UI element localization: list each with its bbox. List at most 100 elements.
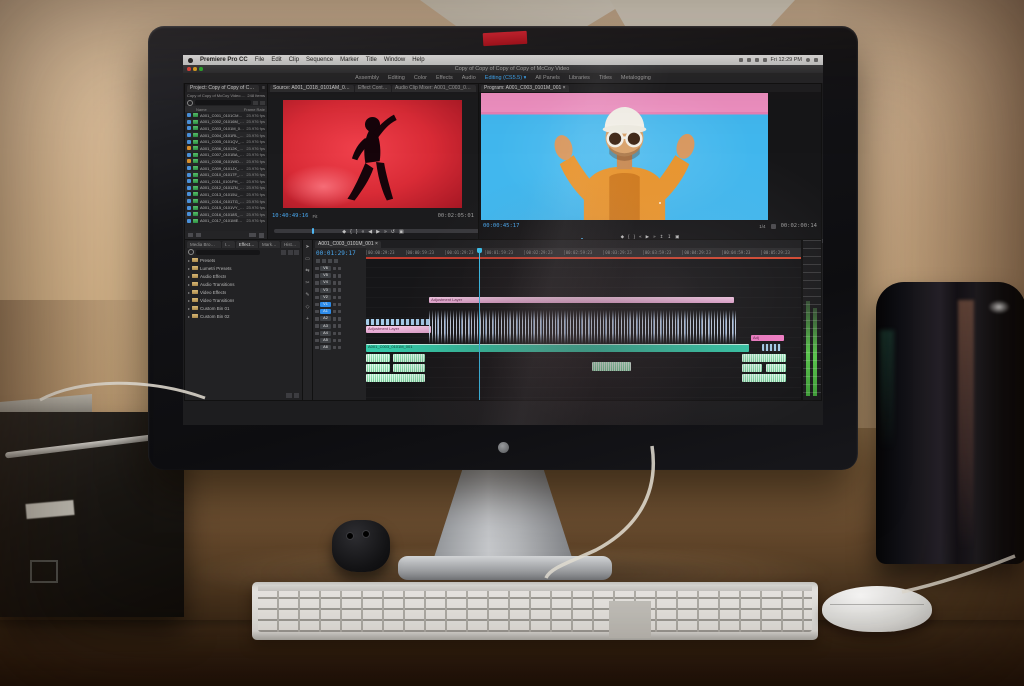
transport-button-icon[interactable]: » bbox=[384, 229, 387, 235]
track-solo-icon[interactable] bbox=[337, 288, 341, 292]
wifi-icon[interactable] bbox=[754, 58, 759, 62]
column-frame-rate[interactable]: Frame Rate bbox=[244, 107, 265, 112]
track-lock-icon[interactable] bbox=[315, 274, 319, 278]
track-mute-icon[interactable] bbox=[332, 324, 336, 328]
track-lock-icon[interactable] bbox=[315, 331, 319, 336]
menu-clock[interactable]: Fri 12:29 PM bbox=[771, 57, 802, 63]
bluetooth-icon[interactable] bbox=[738, 58, 743, 62]
column-name[interactable]: Name bbox=[187, 107, 242, 112]
notification-center-icon[interactable] bbox=[814, 58, 818, 62]
track-lock-icon[interactable] bbox=[315, 266, 319, 271]
timeline-clip[interactable] bbox=[429, 310, 736, 344]
transport-button-icon[interactable]: ▣ bbox=[675, 234, 679, 240]
timeline-timecode[interactable]: 00:01:29:17 bbox=[313, 248, 366, 257]
track-lock-icon[interactable] bbox=[315, 324, 319, 328]
track-solo-icon[interactable] bbox=[337, 345, 341, 350]
track-solo-icon[interactable] bbox=[337, 295, 341, 300]
timeline-settings-icon[interactable] bbox=[334, 259, 338, 263]
project-clip-row[interactable]: A001_C013_01015U_001 23.976 fps bbox=[185, 191, 267, 198]
track-mute-icon[interactable] bbox=[332, 302, 336, 307]
timeline-clip[interactable] bbox=[392, 354, 425, 362]
program-monitor-tab[interactable]: Program: A001_C003_0101M_001 × bbox=[481, 84, 569, 92]
project-clip-row[interactable]: A001_C003_0101M_001 23.976 fps bbox=[185, 125, 267, 132]
breadcrumb[interactable]: Copy of Copy of McCoy Video.prproj bbox=[187, 93, 247, 98]
zoom-window-icon[interactable] bbox=[199, 67, 203, 71]
workspace-tab[interactable]: Libraries bbox=[569, 75, 590, 81]
timeline-playhead[interactable] bbox=[477, 248, 483, 400]
project-clip-row[interactable]: A001_C005_0101QV_001 23.976 fps bbox=[185, 138, 267, 145]
clip-name[interactable]: A001_C014_0101TG_001 bbox=[200, 199, 244, 204]
track-lock-icon[interactable] bbox=[315, 317, 319, 321]
source-monitor-tab[interactable]: Source: A001_C018_0101AM_001.R3D × bbox=[270, 84, 354, 92]
transport-button-icon[interactable]: ↧ bbox=[667, 234, 671, 240]
track-header-row[interactable]: V4 bbox=[313, 279, 366, 286]
timeline-clip[interactable]: Adjustment Layer bbox=[429, 297, 734, 303]
track-header-row[interactable]: V5 bbox=[313, 272, 366, 279]
folder-name[interactable]: Custom Bin 02 bbox=[200, 314, 230, 319]
folder-name[interactable]: Custom Bin 01 bbox=[200, 306, 230, 311]
workspace-tab[interactable]: Audio bbox=[462, 75, 476, 81]
twirl-arrow-icon[interactable]: ▸ bbox=[188, 306, 190, 311]
tab-project[interactable]: Project: Copy of Copy of Copy of Copy of… bbox=[187, 84, 259, 92]
close-window-icon[interactable] bbox=[187, 67, 191, 71]
clip-name[interactable]: A001_C007_0101BA_001 bbox=[200, 152, 244, 157]
effects-panel-tab[interactable]: History bbox=[281, 240, 300, 248]
list-view-icon[interactable] bbox=[253, 100, 258, 105]
transport-button-icon[interactable]: { bbox=[350, 229, 352, 235]
track-name[interactable]: V3 bbox=[320, 287, 331, 293]
clip-name[interactable]: A001_C011_0101PH_001 bbox=[200, 179, 244, 184]
program-zoom-dropdown[interactable]: 1/4 bbox=[759, 224, 765, 229]
timeline-ruler[interactable]: 00:00:29:23 00:00:59:23 00:01:29:23 00:01:5… bbox=[366, 248, 801, 257]
timeline-clip[interactable] bbox=[366, 364, 390, 372]
new-bin-icon[interactable] bbox=[249, 233, 256, 237]
tool-icon[interactable]: + bbox=[306, 316, 309, 322]
timeline-clip[interactable]: A001_C003_0101M_001 bbox=[366, 344, 749, 352]
tool-icon[interactable]: ✎ bbox=[305, 292, 309, 298]
label-chip[interactable] bbox=[187, 192, 191, 197]
track-solo-icon[interactable] bbox=[337, 317, 341, 321]
menu-item[interactable]: Marker bbox=[340, 57, 359, 63]
folder-name[interactable]: Lumetri Presets bbox=[200, 266, 232, 271]
label-chip[interactable] bbox=[187, 113, 191, 118]
track-name[interactable]: V5 bbox=[320, 273, 331, 279]
track-name[interactable]: V2 bbox=[320, 294, 331, 300]
effects-folder-row[interactable]: ▸ Custom Bin 02 bbox=[185, 312, 302, 320]
tool-icon[interactable]: ▭ bbox=[305, 256, 310, 262]
menu-item[interactable]: Sequence bbox=[306, 57, 333, 63]
project-clip-row[interactable]: A001_C008_0101WD_001 23.976 fps bbox=[185, 158, 267, 165]
source-video-dancer[interactable] bbox=[283, 100, 462, 208]
track-name[interactable]: A6 bbox=[320, 345, 331, 351]
accelerated-effects-icon[interactable] bbox=[281, 249, 286, 255]
timeline-clip[interactable]: Adj bbox=[750, 335, 784, 341]
clip-name[interactable]: A001_C003_0101M_001 bbox=[200, 126, 244, 131]
twirl-arrow-icon[interactable]: ▸ bbox=[188, 266, 190, 271]
clip-name[interactable]: A001_C009_0101JX_001 bbox=[200, 166, 244, 171]
track-lock-icon[interactable] bbox=[315, 309, 319, 314]
label-chip[interactable] bbox=[187, 179, 191, 184]
effects-panel-tab[interactable]: Effects × bbox=[235, 240, 258, 248]
timeline-clip[interactable]: Adjustment Layer bbox=[366, 326, 432, 333]
track-lock-icon[interactable] bbox=[315, 345, 319, 350]
workspace-tab[interactable]: Assembly bbox=[355, 75, 379, 81]
trash-bin-icon[interactable] bbox=[259, 232, 264, 238]
clip-name[interactable]: A001_C015_0101VY_001 bbox=[200, 205, 244, 210]
delete-custom-item-icon[interactable] bbox=[294, 393, 299, 398]
transport-button-icon[interactable]: ▶ bbox=[646, 234, 649, 240]
project-clip-row[interactable]: A001_C001_0101CM_001 23.976 fps bbox=[185, 112, 267, 119]
track-header-row[interactable]: V6 bbox=[313, 265, 366, 272]
track-mute-icon[interactable] bbox=[332, 317, 336, 321]
transport-button-icon[interactable]: ◆ bbox=[621, 234, 624, 240]
volume-icon[interactable] bbox=[762, 58, 767, 62]
label-chip[interactable] bbox=[187, 166, 191, 171]
settings-wrench-icon[interactable] bbox=[770, 223, 776, 229]
menu-app-name[interactable]: Premiere Pro CC bbox=[200, 57, 248, 63]
track-solo-icon[interactable] bbox=[337, 302, 341, 307]
track-mute-icon[interactable] bbox=[332, 281, 336, 285]
menu-item[interactable]: Clip bbox=[289, 57, 299, 63]
tool-icon[interactable]: ➤ bbox=[305, 244, 309, 250]
track-header-row[interactable]: V3 bbox=[313, 287, 366, 294]
track-mute-icon[interactable] bbox=[332, 274, 336, 278]
clip-name[interactable]: A001_C006_01012K_001 bbox=[200, 146, 244, 151]
effects-panel-tab[interactable]: Media Browser bbox=[187, 240, 221, 248]
project-clip-row[interactable]: A001_C002_01016M_001 23.976 fps bbox=[185, 119, 267, 126]
